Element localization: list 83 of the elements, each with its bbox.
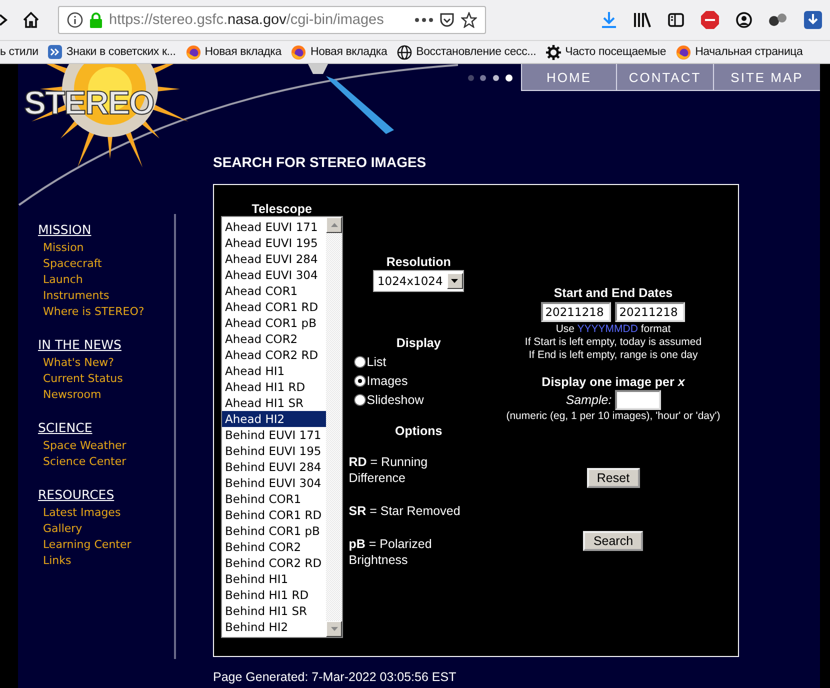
- firefox-icon: [291, 44, 306, 60]
- section-link[interactable]: IN THE NEWS: [38, 337, 174, 352]
- firefox-icon: [186, 44, 201, 60]
- download-box-icon[interactable]: [804, 11, 822, 29]
- bookmark-link[interactable]: Новая вкладка: [291, 44, 388, 60]
- telescope-option[interactable]: Ahead HI2: [222, 411, 326, 427]
- start-date-field[interactable]: 20211218: [541, 302, 612, 322]
- telescope-heading: Telescope: [252, 202, 312, 216]
- more-icon[interactable]: [415, 18, 433, 22]
- info-icon[interactable]: [67, 12, 83, 28]
- nav-tab[interactable]: CONTACT: [616, 64, 713, 91]
- section-link[interactable]: RESOURCES: [38, 487, 174, 502]
- gear-icon: [546, 44, 562, 60]
- sample-field[interactable]: [614, 390, 661, 410]
- page-dots-icon: [467, 74, 513, 82]
- nav-tab[interactable]: HOME: [521, 64, 616, 91]
- sidebar-icon[interactable]: [668, 12, 684, 28]
- bookmark-link[interactable]: Восстановление сесс...: [397, 44, 536, 60]
- sidebar-link[interactable]: Current Status: [43, 371, 174, 387]
- reset-button[interactable]: Reset: [586, 468, 640, 488]
- firefox-icon: [676, 44, 692, 60]
- sidebar-link[interactable]: Spacecraft: [43, 256, 174, 272]
- sidebar-link[interactable]: Gallery: [43, 521, 174, 537]
- display-radio[interactable]: Images: [354, 371, 424, 390]
- option-note: pB = Polarized Brightness: [348, 536, 433, 568]
- up-arrow-icon: [330, 223, 338, 227]
- sidebar-link[interactable]: Instruments: [43, 288, 174, 304]
- dates-heading: Start and End Dates: [554, 286, 673, 300]
- sidebar-link[interactable]: Where is STEREO?: [43, 304, 174, 320]
- bookmark-link[interactable]: ь стили: [0, 46, 38, 58]
- display-radio[interactable]: Slideshow: [354, 390, 424, 409]
- footer-text: Page Generated: 7-Mar-2022 03:05:56 EST: [213, 670, 458, 684]
- format-hint: Use YYYYMMDD format: [556, 323, 671, 336]
- address-bar[interactable]: https://stereo.gsfc.nasa.gov/cgi-bin/images: [58, 6, 486, 34]
- page-title: SEARCH FOR STEREO IMAGES: [213, 154, 428, 172]
- bookmark-link[interactable]: Знаки в советских к...: [48, 45, 176, 59]
- section-link[interactable]: MISSION: [38, 222, 174, 237]
- caret-icon: [451, 279, 458, 283]
- download-icon[interactable]: [602, 12, 616, 28]
- radio-icon[interactable]: [354, 394, 366, 406]
- sample-label: Sample:: [566, 393, 612, 407]
- display-heading: Display: [396, 336, 441, 350]
- date-hint: If Start is left empty, today is assumed: [524, 336, 702, 349]
- url-text: https://stereo.gsfc.nasa.gov/cgi-bin/images: [109, 12, 385, 28]
- down-arrow-icon: [330, 627, 338, 631]
- sidebar-link[interactable]: Newsroom: [43, 387, 174, 403]
- option-note: RD = Running Difference: [348, 454, 429, 486]
- date-hint: If End is left empty, range is one day: [528, 349, 698, 362]
- radio-icon[interactable]: [354, 374, 366, 386]
- search-button[interactable]: Search: [583, 531, 644, 551]
- sidebar-link[interactable]: Science Center: [43, 454, 174, 470]
- display-radio[interactable]: List: [354, 352, 424, 371]
- end-date-field[interactable]: 20211218: [615, 302, 686, 322]
- star-icon[interactable]: [461, 12, 477, 28]
- telescope-list[interactable]: [221, 216, 343, 638]
- nav-tab[interactable]: SITE MAP: [713, 64, 820, 91]
- lock-icon: [89, 12, 103, 28]
- sidebar-link[interactable]: Latest Images: [43, 505, 174, 521]
- resolution-heading: Resolution: [386, 255, 451, 269]
- sidebar-link[interactable]: What's New?: [43, 355, 174, 371]
- adblock-icon[interactable]: [701, 11, 719, 29]
- sampling-heading: Display one image per x: [542, 375, 685, 389]
- bookmark-link[interactable]: Начальная страница: [676, 44, 803, 60]
- option-note: SR = Star Removed: [348, 503, 462, 519]
- section-link[interactable]: SCIENCE: [38, 420, 174, 435]
- home-icon[interactable]: [22, 11, 40, 29]
- globe-icon: [397, 44, 412, 60]
- sidebar-link[interactable]: Space Weather: [43, 438, 174, 454]
- sample-hint: (numeric (eg, 1 per 10 images), 'hour' or 'day'): [506, 410, 720, 423]
- scrollbar[interactable]: [326, 217, 342, 637]
- shortcut-icon: [48, 45, 62, 59]
- bookmark-link[interactable]: Часто посещаемые: [546, 44, 666, 60]
- spheres-icon[interactable]: [769, 13, 787, 27]
- bookmark-link[interactable]: Новая вкладка: [186, 44, 282, 60]
- sidebar-link[interactable]: Links: [43, 553, 174, 569]
- sidebar-link[interactable]: Learning Center: [43, 537, 174, 553]
- library-icon[interactable]: [633, 12, 651, 28]
- radio-icon[interactable]: [354, 356, 366, 368]
- account-icon[interactable]: [736, 12, 752, 28]
- sidebar-link[interactable]: Mission: [43, 240, 174, 256]
- options-heading: Options: [395, 424, 442, 438]
- sidebar-link[interactable]: Launch: [43, 272, 174, 288]
- resolution-select[interactable]: 1024x1024: [373, 270, 464, 292]
